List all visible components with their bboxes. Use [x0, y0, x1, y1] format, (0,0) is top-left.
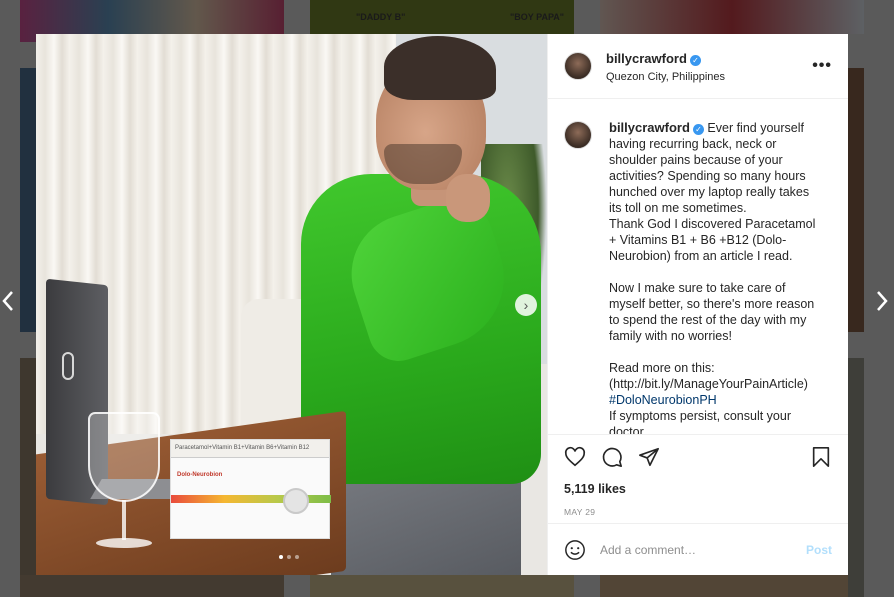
avatar[interactable] — [564, 52, 592, 80]
avatar[interactable] — [564, 121, 592, 149]
background-thumbnail-text: "DADDY B" — [356, 12, 406, 22]
more-options-icon[interactable]: ••• — [812, 57, 832, 75]
emoji-button[interactable] — [564, 539, 586, 561]
caption-text: Now I make sure to take care of myself b… — [609, 281, 815, 343]
post-caption: billycrawford ✓ Ever find yourself having… — [609, 120, 824, 434]
next-post-button[interactable] — [874, 290, 890, 314]
caption-text: Thank God I discovered Paracetamol + Vit… — [609, 217, 816, 263]
comment-button[interactable] — [599, 444, 625, 470]
caption-link-text: (http://bit.ly/ManageYourPainArticle) — [609, 377, 808, 391]
previous-post-button[interactable] — [0, 290, 16, 314]
slide-dot — [287, 555, 291, 559]
action-bar — [548, 434, 848, 479]
post-photo[interactable]: Paracetamol+Vitamin B1+Vitamin B6+Vitami… — [36, 34, 547, 575]
bookmark-icon — [812, 447, 830, 467]
slide-dot — [295, 555, 299, 559]
paper-plane-icon — [639, 447, 659, 467]
slide-indicator — [279, 555, 299, 559]
background-post-thumbnail[interactable] — [310, 575, 574, 597]
likes-count[interactable]: 5,119 likes — [548, 479, 848, 499]
background-post-thumbnail[interactable] — [848, 358, 864, 597]
comment-form: Post — [548, 523, 848, 575]
background-thumbnail-text: "BOY PAPA" — [510, 12, 565, 22]
verified-badge-icon: ✓ — [692, 124, 704, 135]
medicine-box-brand: Dolo-Neurobion — [177, 472, 223, 478]
comment-input[interactable] — [600, 542, 806, 557]
post-header: billycrawford ✓ Quezon City, Philippines … — [548, 34, 848, 99]
caption-text: Read more on this: — [609, 361, 715, 375]
like-button[interactable] — [562, 444, 588, 470]
chevron-right-icon — [877, 291, 888, 311]
chevron-left-icon — [2, 291, 13, 311]
background-post-thumbnail[interactable] — [20, 575, 284, 597]
medicine-box: Paracetamol+Vitamin B1+Vitamin B6+Vitami… — [170, 439, 331, 539]
slide-dot — [279, 555, 283, 559]
caption-text: Ever find yourself having recurring back… — [609, 121, 810, 215]
background-post-thumbnail[interactable] — [600, 575, 848, 597]
medicine-box-label: Paracetamol+Vitamin B1+Vitamin B6+Vitami… — [171, 440, 329, 458]
post-side-panel: billycrawford ✓ Quezon City, Philippines … — [547, 34, 848, 575]
caption-text: If symptoms persist, consult your doctor… — [609, 409, 792, 434]
background-post-thumbnail[interactable] — [600, 0, 864, 34]
heart-icon — [564, 446, 586, 467]
location-link[interactable]: Quezon City, Philippines — [606, 71, 812, 83]
smiley-icon — [565, 539, 585, 560]
background-post-thumbnail[interactable] — [20, 68, 36, 332]
caption-section: billycrawford ✓ Ever find yourself having… — [548, 99, 848, 434]
save-button[interactable] — [808, 444, 834, 470]
wine-glass — [88, 412, 160, 502]
hashtag-link[interactable]: #DoloNeurobionPH — [609, 393, 717, 407]
post-date: MAY 29 — [564, 507, 596, 517]
post-comment-button[interactable]: Post — [806, 543, 832, 557]
caption-username-link[interactable]: billycrawford — [609, 120, 690, 135]
background-post-thumbnail[interactable] — [20, 358, 36, 597]
username-link[interactable]: billycrawford — [606, 51, 687, 66]
verified-badge-icon: ✓ — [689, 54, 701, 66]
comment-icon — [602, 447, 622, 467]
chevron-right-icon: › — [523, 297, 529, 313]
post-modal: Paracetamol+Vitamin B1+Vitamin B6+Vitami… — [36, 34, 848, 575]
next-slide-button[interactable]: › — [515, 294, 537, 316]
background-post-thumbnail[interactable] — [848, 68, 864, 332]
share-button[interactable] — [636, 444, 662, 470]
